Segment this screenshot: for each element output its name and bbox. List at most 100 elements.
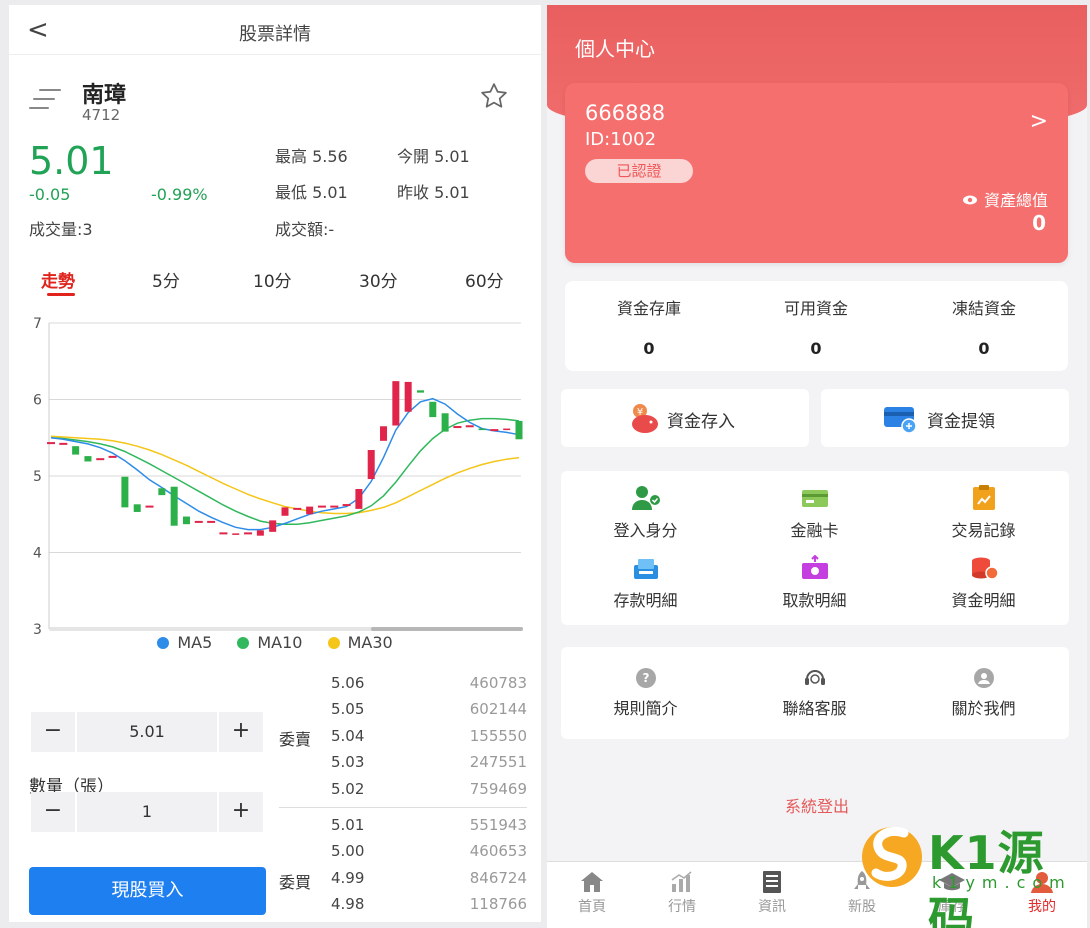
tab-home[interactable]: 首頁	[547, 870, 637, 916]
tab-news[interactable]: 資訊	[727, 870, 817, 916]
candle	[478, 428, 486, 431]
bank-card-item[interactable]: 金融卡	[730, 485, 899, 541]
legend-ma5: MA5	[157, 633, 212, 652]
candle	[269, 520, 277, 532]
home-icon	[581, 872, 603, 892]
legend-ma10: MA10	[237, 633, 302, 652]
total-assets-label: 資產總值	[962, 187, 1048, 211]
stock-header: 南璋 4712	[29, 75, 529, 125]
fund-detail-item[interactable]: 資金明細	[899, 555, 1068, 611]
about-item[interactable]: 關於我們	[899, 667, 1068, 719]
candle	[404, 381, 412, 412]
chevron-right-icon[interactable]: >	[1030, 109, 1048, 134]
bid-row: 5.01 551943	[331, 816, 527, 834]
user-verify-icon	[631, 486, 660, 510]
withdraw-detail-icon	[801, 555, 828, 579]
tab-market[interactable]: 行情	[637, 870, 727, 916]
buy-button[interactable]: 現股買入	[29, 867, 266, 915]
turnover: 成交額:-	[275, 220, 335, 239]
login-identity-item[interactable]: 登入身分	[561, 485, 730, 541]
legend-ma30: MA30	[327, 633, 393, 652]
ask-row: 5.02 759469	[331, 780, 527, 798]
stock-name: 南璋	[82, 83, 127, 108]
price-decrease-button[interactable]: −	[31, 712, 75, 752]
deposit-button[interactable]: ¥ 資金存入	[561, 389, 809, 447]
logout-button[interactable]: 系統登出	[547, 793, 1087, 817]
quantity-decrease-button[interactable]: −	[31, 792, 75, 832]
candle	[170, 486, 178, 526]
candle	[84, 456, 92, 462]
chart-period-tabs: 走勢 5分 10分 30分 60分	[9, 263, 541, 299]
watermark-site: k1ym.com	[932, 873, 1072, 892]
username: 666888	[585, 101, 666, 125]
tab-5min[interactable]: 5分	[152, 267, 180, 292]
candle	[281, 507, 289, 516]
low-quote: 最低 5.01	[275, 183, 348, 202]
ask-row: 5.03 247551	[331, 753, 527, 771]
verified-badge: 已認證	[585, 159, 693, 183]
page-title: 股票詳情	[239, 24, 311, 45]
candle	[232, 533, 240, 535]
deposit-detail-item[interactable]: 存款明細	[561, 555, 730, 611]
support-item[interactable]: 聯絡客服	[730, 667, 899, 719]
legend-ma5-dot	[157, 637, 170, 649]
eye-icon[interactable]	[962, 194, 978, 206]
open-quote: 今開 5.01	[397, 147, 470, 166]
ask-row: 5.06 460783	[331, 674, 527, 692]
chart-scrollbar-thumb	[371, 627, 523, 631]
deposit-label: 資金存入	[667, 412, 735, 432]
quantity-stepper: − 1 +	[31, 792, 263, 832]
withdraw-card-icon	[884, 407, 917, 434]
withdraw-button[interactable]: 資金提領	[821, 389, 1069, 447]
support-icon	[804, 670, 825, 685]
candle	[416, 390, 424, 393]
favorite-star-icon[interactable]	[479, 81, 509, 111]
candle	[133, 504, 141, 512]
total-assets-value: 0	[1032, 211, 1046, 235]
ask-row: 5.05 602144	[331, 700, 527, 718]
fund-available: 可用資金 0	[783, 299, 848, 358]
trade-record-item[interactable]: 交易記錄	[899, 485, 1068, 541]
account-card[interactable]: 666888 ID:1002 已認證 > 資產總值 0	[565, 83, 1068, 263]
tab-10min[interactable]: 10分	[253, 267, 292, 292]
legend-ma30-dot	[327, 637, 340, 649]
price-increase-button[interactable]: +	[219, 712, 263, 752]
candle	[306, 506, 314, 515]
y-tick-label: 7	[33, 316, 42, 332]
price-stepper: − 5.01 +	[31, 712, 263, 752]
withdraw-label: 資金提領	[927, 412, 995, 432]
stock-detail-panel: < 股票詳情 南璋 4712 5.01 -0.05 -0.99% 成交量:3 最…	[9, 5, 541, 922]
tab-trend[interactable]: 走勢	[41, 267, 75, 292]
candle	[503, 428, 511, 431]
withdraw-detail-item[interactable]: 取款明細	[730, 555, 899, 611]
kline-chart[interactable]: 34567	[9, 305, 541, 635]
quantity-increase-button[interactable]: +	[219, 792, 263, 832]
volume: 成交量:3	[29, 220, 93, 239]
top-nav: < 股票詳情	[9, 5, 541, 55]
rules-item[interactable]: ? 規則簡介	[561, 667, 730, 719]
legend-ma10-dot	[237, 637, 250, 649]
ma30-line	[50, 435, 520, 515]
price-change-pct: -0.99%	[151, 185, 208, 204]
tab-30min[interactable]: 30分	[359, 267, 398, 292]
page-title: 個人中心	[575, 37, 655, 61]
y-tick-label: 6	[33, 393, 42, 409]
candle	[355, 489, 363, 509]
candle	[392, 381, 400, 426]
trade-record-icon	[972, 485, 995, 510]
y-tick-label: 5	[33, 469, 42, 485]
book-divider	[279, 807, 527, 808]
personal-center-panel: 個人中心 666888 ID:1002 已認證 > 資產總值 0 資金存庫 0 可…	[547, 5, 1087, 928]
menu-icon[interactable]	[29, 87, 61, 113]
watermark-logo: K1源码 k1ym.com	[860, 815, 1080, 928]
candle	[380, 426, 388, 441]
quantity-input[interactable]: 1	[77, 792, 217, 832]
about-icon	[973, 668, 994, 688]
fund-detail-icon	[971, 557, 999, 580]
price-input[interactable]: 5.01	[77, 712, 217, 752]
bid-row: 5.00 460653	[331, 842, 527, 860]
market-icon	[671, 871, 692, 892]
fund-vault: 資金存庫 0	[616, 299, 681, 358]
tab-60min[interactable]: 60分	[465, 267, 504, 292]
chart-legend: MA5 MA10 MA30	[9, 633, 541, 655]
